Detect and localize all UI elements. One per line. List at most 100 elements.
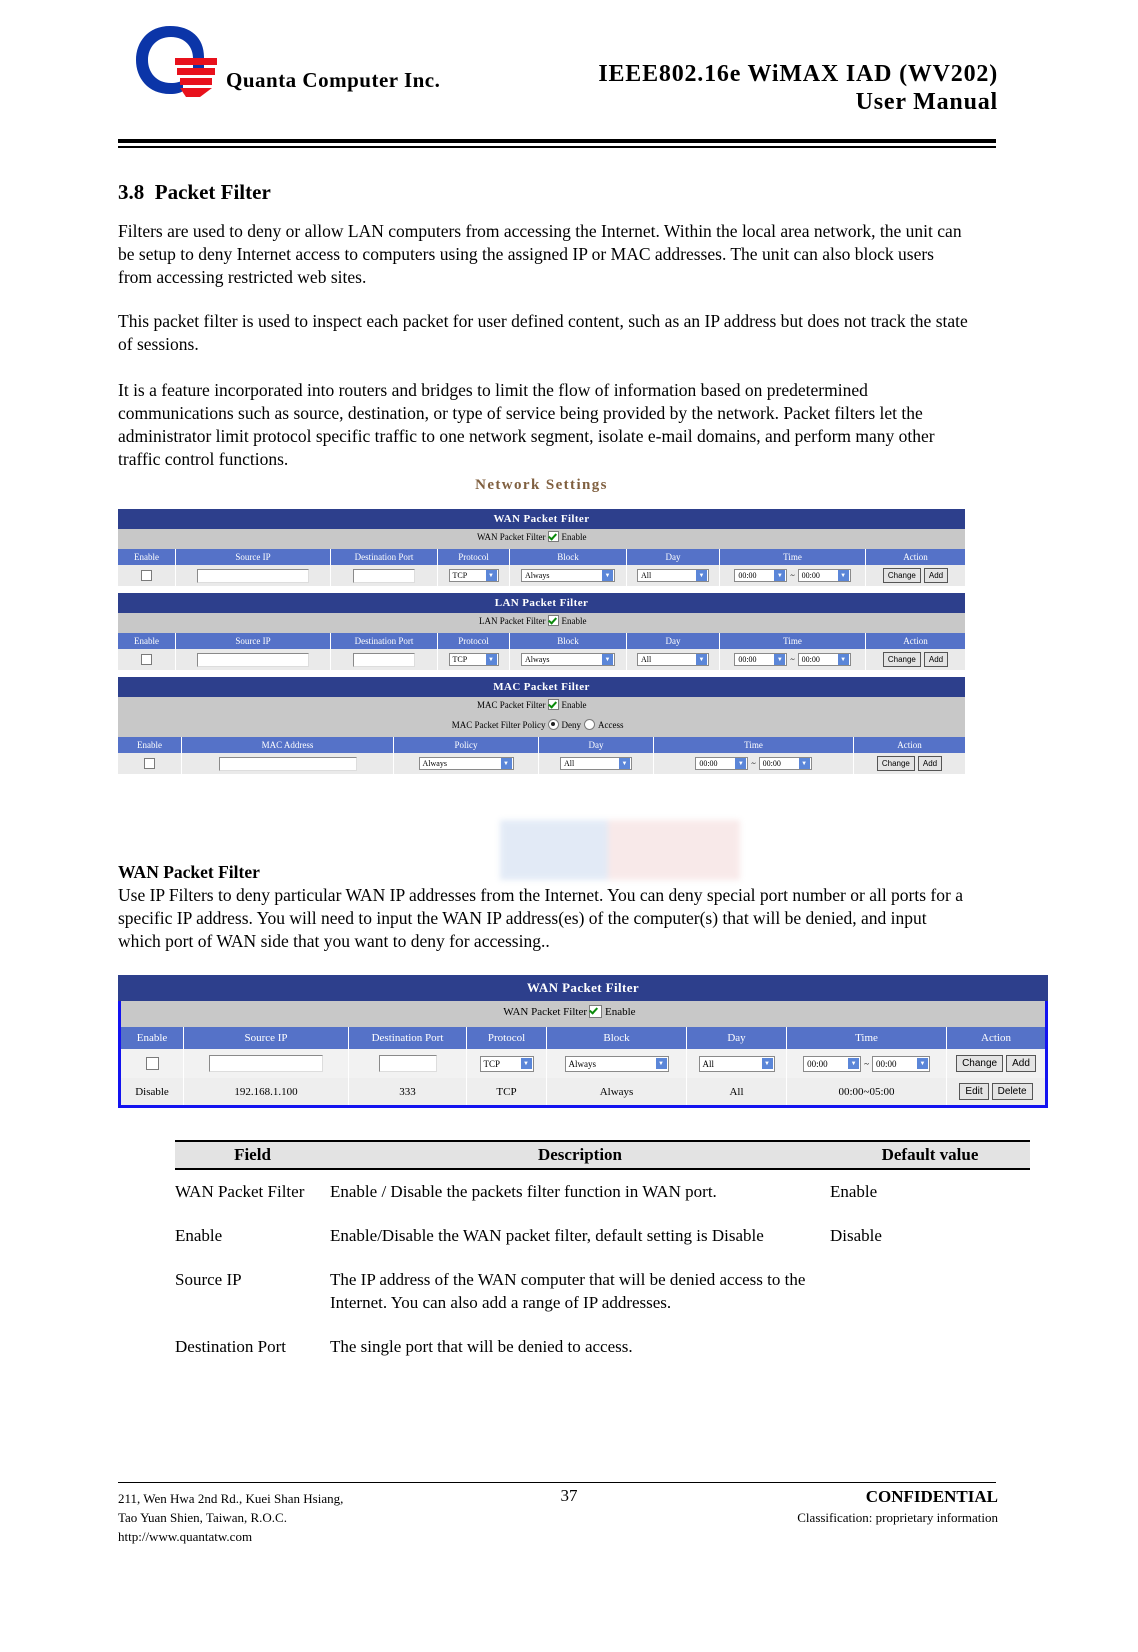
- wan-time-from-value: 00:00: [738, 571, 757, 580]
- footer-website[interactable]: http://www.quantatw.com: [118, 1527, 343, 1546]
- wan-protocol-select[interactable]: TCP ▼: [448, 569, 499, 582]
- wan-enable-label: WAN Packet Filter: [477, 532, 546, 542]
- col-time: Time: [720, 633, 866, 649]
- col-enable: Enable: [118, 633, 176, 649]
- wan-packet-filter-paragraph: Use IP Filters to deny particular WAN IP…: [118, 885, 963, 951]
- col-block: Block: [510, 549, 627, 565]
- field-default: Enable: [830, 1182, 878, 1201]
- wan2-block-select[interactable]: Always ▼: [564, 1055, 669, 1072]
- lan-enable-row: LAN Packet Filter Enable: [118, 613, 965, 633]
- entry-block: Always: [547, 1078, 687, 1105]
- lan-protocol-select[interactable]: TCP ▼: [448, 653, 499, 666]
- wan2-time-to-value: 00:00: [875, 1058, 897, 1069]
- wan-add-button[interactable]: Add: [923, 568, 949, 583]
- lan-source-ip-input[interactable]: [197, 652, 309, 667]
- chevron-down-icon: ▼: [655, 1058, 667, 1069]
- wan-source-ip-input[interactable]: [197, 568, 309, 583]
- wan2-protocol-select[interactable]: TCP ▼: [479, 1055, 534, 1072]
- wan2-enable-checkbox[interactable]: [589, 1005, 602, 1018]
- mac-time-to-select[interactable]: 00:00 ▼: [758, 757, 812, 770]
- wan-time-to-select[interactable]: 00:00 ▼: [797, 569, 851, 582]
- entry-enable: Disable: [121, 1078, 184, 1105]
- wan2-day-select[interactable]: All ▼: [698, 1055, 775, 1072]
- mac-day-select[interactable]: All ▼: [560, 757, 632, 770]
- mac-time-separator: ~: [751, 759, 756, 768]
- lan-block-select[interactable]: Always ▼: [521, 653, 615, 666]
- wan-change-button[interactable]: Change: [882, 568, 921, 583]
- network-settings-title: Network Settings: [475, 477, 608, 493]
- wan-destination-port-input[interactable]: [353, 568, 415, 583]
- wan2-change-button[interactable]: Change: [956, 1055, 1004, 1072]
- wan2-table-header: Enable Source IP Destination Port Protoc…: [121, 1027, 1045, 1049]
- wan-enable-checkbox[interactable]: [547, 531, 559, 542]
- col-policy: Policy: [394, 737, 539, 753]
- wan2-form-row: TCP ▼ Always ▼ All ▼ 00:00 ▼ ~ 00:00 ▼ Change…: [121, 1049, 1045, 1078]
- document-title: IEEE802.16e WiMAX IAD (WV202) User Manua…: [598, 60, 998, 117]
- chevron-down-icon: ▼: [485, 654, 497, 665]
- lan-table-header: Enable Source IP Destination Port Protoc…: [118, 633, 965, 649]
- lan-block-value: Always: [525, 655, 550, 664]
- mac-time-from-value: 00:00: [699, 759, 718, 768]
- wan2-time-from-select[interactable]: 00:00 ▼: [803, 1055, 862, 1072]
- mac-address-input[interactable]: [218, 756, 357, 771]
- mac-policy-access-radio[interactable]: [584, 719, 595, 730]
- field-name: WAN Packet Filter: [175, 1182, 305, 1201]
- mac-add-button[interactable]: Add: [917, 756, 943, 771]
- wan2-row-enable-checkbox[interactable]: [145, 1057, 159, 1070]
- entry-time: 00:00~05:00: [787, 1078, 947, 1105]
- classification-label: Classification: proprietary information: [797, 1510, 998, 1525]
- wan2-day-value: All: [702, 1058, 715, 1069]
- mac-enable-checkbox[interactable]: [547, 699, 559, 710]
- chevron-down-icon: ▼: [837, 654, 849, 665]
- document-title-line2: User Manual: [855, 89, 998, 116]
- wan-time-to-value: 00:00: [801, 571, 820, 580]
- chevron-down-icon: ▼: [848, 1058, 860, 1069]
- table-row: Destination Port The single port that wi…: [175, 1314, 1030, 1358]
- lan-destination-port-input[interactable]: [353, 652, 415, 667]
- col-enable: Enable: [118, 549, 176, 565]
- entry-delete-button[interactable]: Delete: [991, 1083, 1033, 1100]
- col-day: Day: [687, 1027, 787, 1049]
- wan2-time-to-select[interactable]: 00:00 ▼: [871, 1055, 930, 1072]
- field-name: Source IP: [175, 1270, 242, 1289]
- wan2-destination-port-input[interactable]: [378, 1055, 437, 1072]
- mac-packet-filter-panel: MAC Packet Filter MAC Packet Filter Enab…: [118, 677, 965, 774]
- wan-block-value: Always: [525, 571, 550, 580]
- wan2-source-ip-input[interactable]: [209, 1055, 323, 1072]
- col-source-ip: Source IP: [176, 633, 331, 649]
- mac-change-button[interactable]: Change: [876, 756, 915, 771]
- col-day: Day: [539, 737, 654, 753]
- mac-policy-select[interactable]: Always ▼: [418, 757, 514, 770]
- mac-time-from-select[interactable]: 00:00 ▼: [695, 757, 749, 770]
- field-description: Enable/Disable the WAN packet filter, de…: [330, 1226, 764, 1245]
- chevron-down-icon: ▼: [520, 1058, 532, 1069]
- lan-time-to-select[interactable]: 00:00 ▼: [797, 653, 851, 666]
- wan2-add-button[interactable]: Add: [1006, 1055, 1036, 1072]
- wan-row-enable-checkbox[interactable]: [141, 570, 152, 581]
- entry-edit-button[interactable]: Edit: [959, 1083, 989, 1100]
- wan-day-select[interactable]: All ▼: [637, 569, 709, 582]
- lan-row-enable-checkbox[interactable]: [141, 654, 152, 665]
- document-page: Quanta Computer Inc. IEEE802.16e WiMAX I…: [0, 0, 1138, 1652]
- col-action: Action: [897, 740, 922, 750]
- lan-change-button[interactable]: Change: [882, 652, 921, 667]
- mac-row-enable-checkbox[interactable]: [144, 758, 155, 769]
- mac-policy-deny-radio[interactable]: [547, 719, 559, 730]
- wan-block-select[interactable]: Always ▼: [521, 569, 615, 582]
- field-name: Enable: [175, 1226, 223, 1245]
- lan-enable-checkbox[interactable]: [547, 615, 559, 626]
- col-action: Action: [903, 552, 928, 562]
- field-default: [830, 1335, 1030, 1358]
- col-enable: Enable: [118, 737, 182, 753]
- lan-day-value: All: [641, 655, 652, 664]
- field-description-table: Field Description Default value WAN Pack…: [175, 1140, 1030, 1358]
- lan-time-from-select[interactable]: 00:00 ▼: [734, 653, 788, 666]
- col-mac-address: MAC Address: [182, 737, 394, 753]
- field-description: The single port that will be denied to a…: [330, 1337, 633, 1356]
- lan-day-select[interactable]: All ▼: [637, 653, 709, 666]
- lan-add-button[interactable]: Add: [923, 652, 949, 667]
- table-row: WAN Packet Filter Enable / Disable the p…: [175, 1170, 1030, 1203]
- wan-time-from-select[interactable]: 00:00 ▼: [734, 569, 788, 582]
- wan2-enable-label: WAN Packet Filter: [503, 1006, 587, 1018]
- col-destination-port: Destination Port: [331, 633, 438, 649]
